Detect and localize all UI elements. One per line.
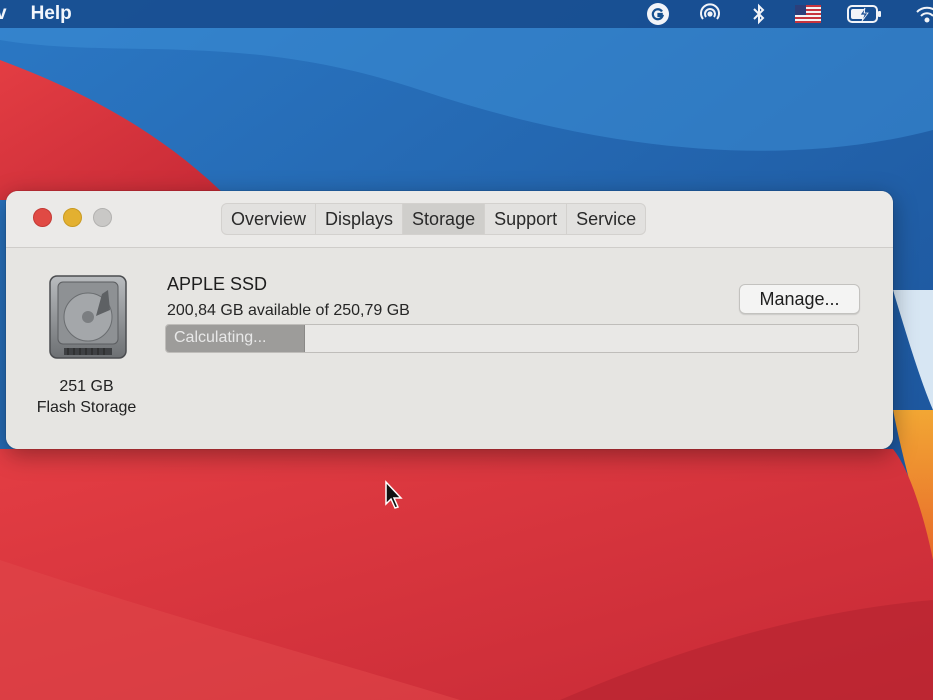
- hard-drive-icon: [44, 274, 132, 362]
- window-titlebar: Overview Displays Storage Support Servic…: [6, 191, 893, 248]
- us-flag-input-icon[interactable]: [794, 2, 822, 26]
- minimize-window-button[interactable]: [63, 208, 82, 227]
- menu-item-help[interactable]: Help: [31, 3, 72, 25]
- storage-usage-bar: Calculating...: [165, 324, 859, 353]
- tab-support[interactable]: Support: [485, 204, 568, 234]
- wifi-icon[interactable]: [913, 2, 933, 26]
- close-window-button[interactable]: [33, 208, 52, 227]
- tab-overview[interactable]: Overview: [222, 204, 317, 234]
- drive-available-text: 200,84 GB available of 250,79 GB: [167, 302, 410, 319]
- tab-bar: Overview Displays Storage Support Servic…: [221, 203, 647, 235]
- bluetooth-icon[interactable]: [745, 2, 773, 26]
- zoom-window-button[interactable]: [93, 208, 112, 227]
- tab-service[interactable]: Service: [567, 204, 645, 234]
- disk-size-label: 251 GB: [59, 378, 114, 395]
- mouse-cursor-icon: [384, 480, 404, 510]
- disk-type-label: Flash Storage: [36, 399, 137, 416]
- drive-name: APPLE SSD: [167, 274, 268, 294]
- tab-storage[interactable]: Storage: [403, 204, 486, 234]
- calculating-label: Calculating...: [174, 329, 267, 346]
- storage-panel: 251 GB Flash Storage APPLE SSD 200,84 GB…: [6, 248, 893, 449]
- manage-button[interactable]: Manage...: [739, 284, 860, 314]
- about-this-mac-window: Overview Displays Storage Support Servic…: [6, 191, 893, 449]
- airdrop-icon[interactable]: [696, 2, 724, 26]
- menu-bar: v Help: [0, 0, 933, 28]
- menu-item-partial[interactable]: v: [0, 3, 7, 25]
- tab-displays[interactable]: Displays: [316, 204, 404, 234]
- grammarly-icon[interactable]: [644, 2, 672, 26]
- battery-charging-icon[interactable]: [845, 2, 885, 26]
